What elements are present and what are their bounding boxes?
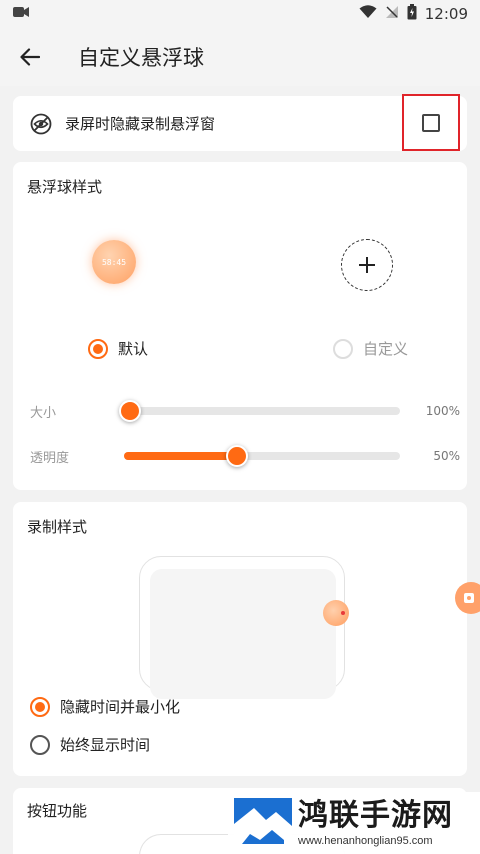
button-function-title: 按钮功能 xyxy=(27,802,88,820)
back-arrow-icon xyxy=(20,48,40,66)
app-bar: 自定义悬浮球 xyxy=(0,28,480,86)
hide-window-checkbox[interactable] xyxy=(422,113,440,132)
preview-time: 58:45 xyxy=(101,257,127,267)
wifi-icon xyxy=(359,5,377,23)
radio-label: 默认 xyxy=(118,340,149,358)
radio-indicator xyxy=(30,696,50,717)
record-style-title: 录制样式 xyxy=(27,518,88,536)
watermark-url: www.henanhonglian95.com xyxy=(298,835,433,847)
ball-style-card: 悬浮球样式 58:45 默认 自定义 大小 100% 透明度 50% xyxy=(13,162,467,490)
opacity-slider-row: 透明度 50% xyxy=(30,445,460,467)
size-value: 100% xyxy=(425,404,460,418)
phone-screen xyxy=(150,569,336,699)
floating-record-ball[interactable] xyxy=(455,582,480,614)
status-time: 12:09 xyxy=(424,5,468,23)
radio-indicator xyxy=(333,338,353,359)
radio-indicator xyxy=(30,734,50,755)
camera-indicator-icon xyxy=(12,5,30,23)
radio-default[interactable]: 默认 xyxy=(88,338,148,359)
page-title: 自定义悬浮球 xyxy=(78,46,204,70)
hide-floating-window-row[interactable]: 录屏时隐藏录制悬浮窗 xyxy=(13,94,467,151)
status-bar: 12:09 xyxy=(0,0,480,28)
radio-custom[interactable]: 自定义 xyxy=(333,338,408,359)
radio-always-show[interactable]: 始终显示时间 xyxy=(30,734,150,755)
floating-ball-preview[interactable]: 58:45 xyxy=(92,240,136,284)
opacity-slider[interactable] xyxy=(124,445,400,467)
slider-fill xyxy=(124,452,238,460)
watermark-logo-icon xyxy=(234,798,292,850)
phone-preview xyxy=(139,556,345,699)
eye-off-icon xyxy=(30,113,52,134)
watermark-name: 鸿联手游网 xyxy=(298,798,453,833)
mini-floating-ball xyxy=(323,600,349,626)
battery-icon xyxy=(407,4,417,24)
radio-label: 隐藏时间并最小化 xyxy=(60,698,181,716)
radio-indicator xyxy=(88,338,108,359)
opacity-value: 50% xyxy=(433,449,460,463)
slider-thumb[interactable] xyxy=(226,445,249,467)
signal-off-icon xyxy=(385,5,399,23)
slider-thumb[interactable] xyxy=(119,400,141,422)
radio-hide-time[interactable]: 隐藏时间并最小化 xyxy=(30,696,180,717)
highlight-frame xyxy=(402,94,460,151)
record-style-card: 录制样式 隐藏时间并最小化 始终显示时间 xyxy=(13,502,467,776)
plus-icon xyxy=(359,257,375,273)
watermark: 鸿联手游网 www.henanhonglian95.com xyxy=(228,792,480,854)
radio-label: 自定义 xyxy=(363,340,409,358)
size-slider[interactable] xyxy=(119,400,400,422)
ball-style-title: 悬浮球样式 xyxy=(27,178,103,196)
add-custom-ball-button[interactable] xyxy=(341,239,393,291)
size-slider-row: 大小 100% xyxy=(30,400,460,422)
hide-row-label: 录屏时隐藏录制悬浮窗 xyxy=(65,115,216,133)
back-button[interactable] xyxy=(0,28,60,86)
record-icon xyxy=(464,593,474,603)
size-label: 大小 xyxy=(30,405,57,421)
opacity-label: 透明度 xyxy=(30,450,70,466)
radio-label: 始终显示时间 xyxy=(60,736,151,754)
